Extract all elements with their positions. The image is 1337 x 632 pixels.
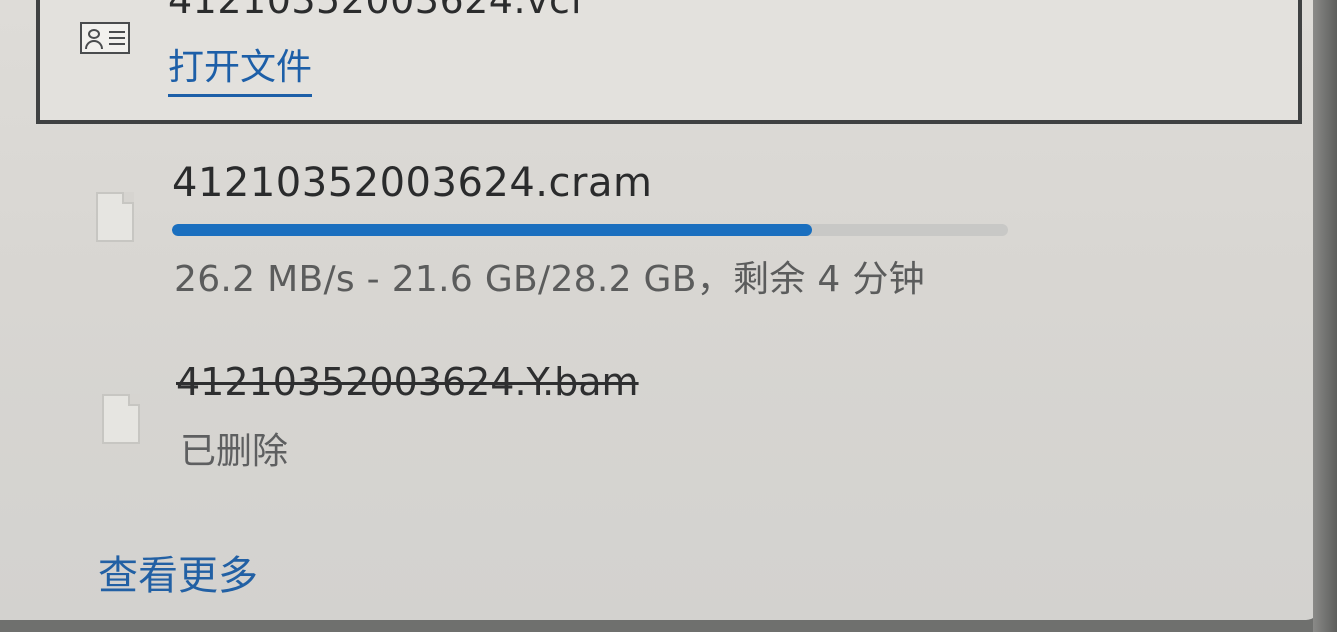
- file-icon: [102, 394, 140, 444]
- screen-edge: [1313, 0, 1337, 632]
- download-file-name[interactable]: 41210352003624.cram: [172, 160, 652, 206]
- download-status-text: 26.2 MB/s - 21.6 GB/28.2 GB，剩余 4 分钟: [174, 259, 925, 300]
- download-file-name: 41210352003624.vcf: [168, 0, 585, 22]
- download-progress-fill: [172, 224, 813, 236]
- downloads-panel: 41210352003624.vcf 打开文件 41210352003624.c…: [0, 0, 1320, 620]
- view-more-link[interactable]: 查看更多: [98, 543, 258, 601]
- deleted-file-name: 41210352003624.Y.bam: [176, 360, 639, 404]
- open-file-link[interactable]: 打开文件: [168, 42, 313, 97]
- contact-card-icon: [80, 22, 130, 54]
- deleted-status-text: 已删除: [180, 431, 289, 472]
- download-progress-bar: [172, 224, 1008, 236]
- file-icon: [96, 192, 134, 242]
